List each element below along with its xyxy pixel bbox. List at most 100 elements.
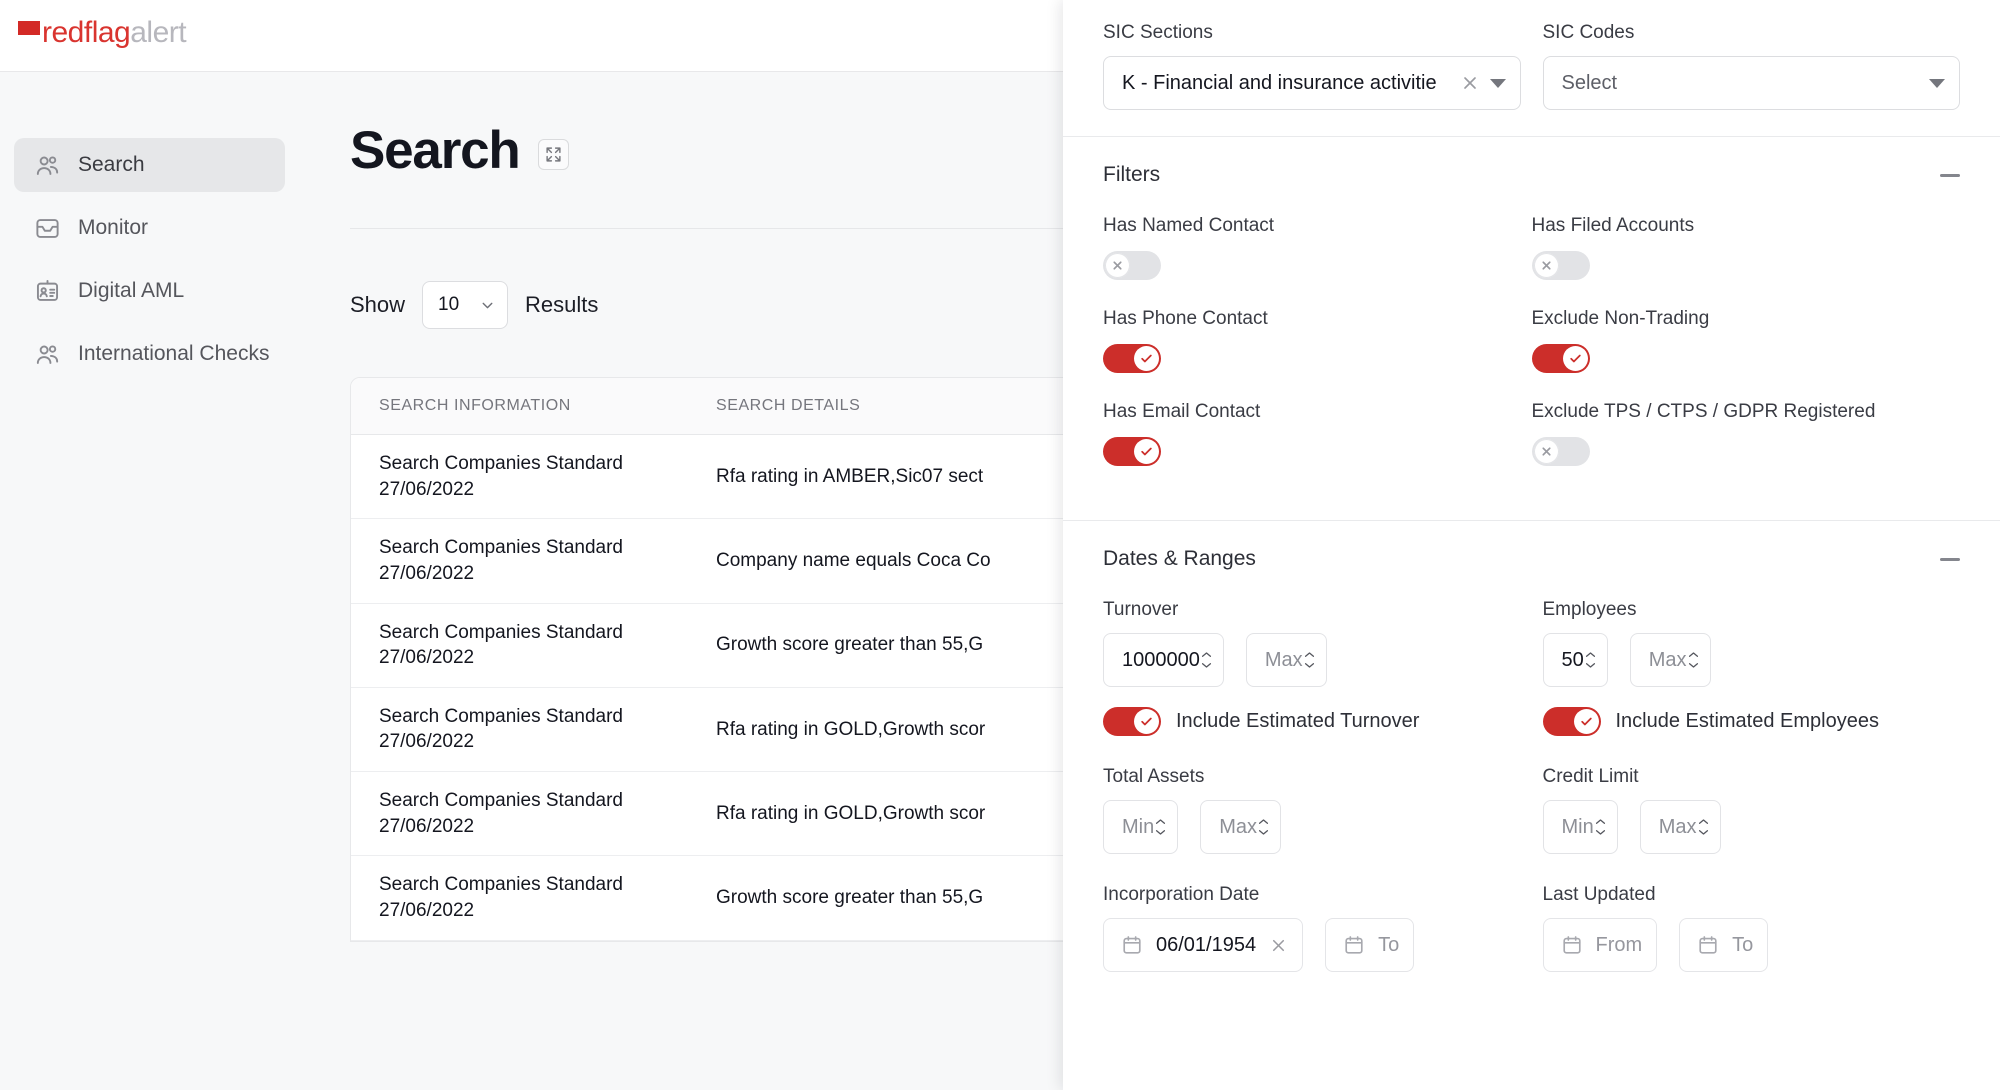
filter-toggle[interactable]: [1531, 251, 1590, 280]
chevron-down-icon[interactable]: [1489, 78, 1506, 88]
filter-item: Exclude Non-Trading: [1531, 308, 1961, 373]
table-row[interactable]: Search Companies Standard 27/06/2022 Growt…: [351, 604, 1169, 688]
logo-text-secondary: alert: [130, 16, 187, 49]
results-per-page-row: Show 10 Results: [350, 281, 1063, 329]
sidebar-item-international-checks[interactable]: International Checks: [14, 327, 285, 381]
collapse-minus-icon[interactable]: [1940, 173, 1960, 177]
last-updated-to-input[interactable]: To: [1679, 918, 1769, 972]
filter-toggle[interactable]: [1531, 437, 1590, 466]
expand-button[interactable]: [537, 139, 569, 170]
total-assets-field: Total Assets Min Max: [1103, 766, 1521, 854]
results-label: Results: [525, 292, 599, 317]
last-updated-from-input[interactable]: From: [1542, 918, 1658, 972]
search-date: 27/06/2022: [379, 562, 475, 584]
show-label: Show: [350, 292, 406, 317]
stepper-icon[interactable]: [1200, 651, 1213, 669]
sidebar-item-monitor[interactable]: Monitor: [14, 201, 285, 255]
filter-label: Has Filed Accounts: [1531, 215, 1695, 236]
sidebar-item-label: Digital AML: [78, 279, 185, 302]
sidebar-item-label: Search: [78, 153, 145, 176]
stepper-icon[interactable]: [1303, 651, 1316, 669]
chevron-down-icon[interactable]: [1929, 78, 1945, 88]
filter-toggle[interactable]: [1103, 344, 1161, 373]
results-per-page-select[interactable]: 10: [422, 281, 509, 329]
close-icon: [1541, 447, 1551, 456]
filters-section-header: Filters: [1103, 163, 1960, 187]
filters-grid: Has Named Contact Has Filed Accounts Has P…: [1103, 215, 1960, 494]
check-icon: [1141, 354, 1152, 363]
filter-item: Exclude TPS / CTPS / GDPR Registered: [1531, 401, 1961, 466]
include-estimated-turnover-row: Include Estimated Turnover: [1103, 707, 1521, 736]
stepper-icon[interactable]: [1257, 818, 1270, 836]
stepper-icon[interactable]: [1584, 651, 1597, 669]
app-root: redflagalert Search Monitor Digital AML …: [0, 0, 2000, 1090]
incorporation-date-field: Incorporation Date 06/01/1954 To: [1103, 884, 1521, 972]
filter-toggle[interactable]: [1103, 251, 1161, 280]
table-row[interactable]: Search Companies Standard 27/06/2022 Growt…: [351, 856, 1169, 941]
filter-label: Exclude TPS / CTPS / GDPR Registered: [1531, 401, 1876, 422]
filter-toggle[interactable]: [1103, 437, 1161, 466]
sic-sections-select[interactable]: K - Financial and insurance activitie: [1103, 56, 1521, 110]
sidebar-item-digital-aml[interactable]: Digital AML: [14, 264, 285, 318]
close-icon: [1541, 261, 1551, 270]
include-estimated-employees-row: Include Estimated Employees: [1542, 707, 1961, 736]
clear-icon[interactable]: [1269, 936, 1288, 955]
incorporation-date-from-input[interactable]: 06/01/1954: [1103, 918, 1304, 972]
sidebar-item-search[interactable]: Search: [14, 138, 285, 192]
clear-icon[interactable]: [1460, 73, 1480, 93]
include-estimated-turnover-toggle[interactable]: [1103, 707, 1161, 736]
column-header-search-information: SEARCH INFORMATION: [379, 397, 571, 414]
stepper-icon[interactable]: [1154, 818, 1167, 836]
total-assets-max-placeholder: Max: [1219, 815, 1258, 838]
table-row[interactable]: Search Companies Standard 27/06/2022 Compa…: [351, 519, 1169, 604]
employees-max-placeholder: Max: [1648, 648, 1687, 671]
filter-panel: SIC Sections K - Financial and insurance…: [1063, 0, 2000, 1090]
turnover-max-placeholder: Max: [1264, 648, 1303, 671]
turnover-min-value: 1000000: [1122, 648, 1200, 671]
credit-limit-min-input[interactable]: Min: [1542, 800, 1618, 854]
employees-max-input[interactable]: Max: [1629, 633, 1711, 687]
total-assets-label: Total Assets: [1103, 766, 1205, 787]
total-assets-min-input[interactable]: Min: [1103, 800, 1179, 854]
expand-icon: [546, 147, 561, 162]
sic-section-row: SIC Sections K - Financial and insurance…: [1103, 0, 1960, 110]
sic-codes-select[interactable]: Select: [1542, 56, 1960, 110]
filter-label: Has Named Contact: [1103, 215, 1275, 236]
stepper-icon[interactable]: [1697, 818, 1710, 836]
incorporation-date-to-input[interactable]: To: [1325, 918, 1415, 972]
toggle-knob: [1105, 253, 1130, 278]
toggle-knob: [1134, 346, 1159, 371]
search-name: Search Companies Standard: [379, 621, 623, 643]
check-icon: [1569, 354, 1581, 363]
table-row[interactable]: Search Companies Standard 27/06/2022 Rfa r…: [351, 688, 1169, 773]
assets-credit-row: Total Assets Min Max Credit Limit Min Ma…: [1103, 766, 1960, 854]
table-row[interactable]: Search Companies Standard 27/06/2022 Rfa r…: [351, 772, 1169, 857]
table-row[interactable]: Search Companies Standard 27/06/2022 Rfa r…: [351, 435, 1169, 520]
filter-label: Exclude Non-Trading: [1531, 308, 1710, 329]
total-assets-max-input[interactable]: Max: [1200, 800, 1282, 854]
users-icon: [34, 341, 61, 368]
credit-limit-max-placeholder: Max: [1658, 815, 1697, 838]
include-estimated-employees-toggle[interactable]: [1542, 707, 1601, 736]
collapse-minus-icon[interactable]: [1940, 557, 1960, 561]
turnover-min-input[interactable]: 1000000: [1103, 633, 1224, 687]
filter-item: Has Named Contact: [1103, 215, 1532, 280]
search-date: 27/06/2022: [379, 647, 475, 669]
top-bar: redflagalert: [0, 0, 1063, 72]
dates-ranges-section-header: Dates & Ranges: [1103, 547, 1960, 571]
turnover-max-input[interactable]: Max: [1245, 633, 1327, 687]
stepper-icon[interactable]: [1594, 818, 1607, 836]
sidebar-item-label: International Checks: [78, 342, 270, 365]
brand-logo[interactable]: redflagalert: [18, 16, 187, 50]
filter-toggle[interactable]: [1531, 344, 1590, 373]
sic-codes-field: SIC Codes Select: [1542, 22, 1960, 110]
results-per-page-value: 10: [438, 294, 460, 315]
table-header-row: SEARCH INFORMATION SEARCH DETAILS: [351, 378, 1169, 435]
sic-sections-value: K - Financial and insurance activitie: [1122, 71, 1437, 94]
credit-limit-max-input[interactable]: Max: [1639, 800, 1721, 854]
sic-sections-field: SIC Sections K - Financial and insurance…: [1103, 22, 1521, 110]
employees-min-input[interactable]: 50: [1542, 633, 1608, 687]
stepper-icon[interactable]: [1687, 651, 1700, 669]
sidebar-nav: Search Monitor Digital AML International…: [0, 72, 305, 381]
search-date: 27/06/2022: [379, 900, 475, 922]
